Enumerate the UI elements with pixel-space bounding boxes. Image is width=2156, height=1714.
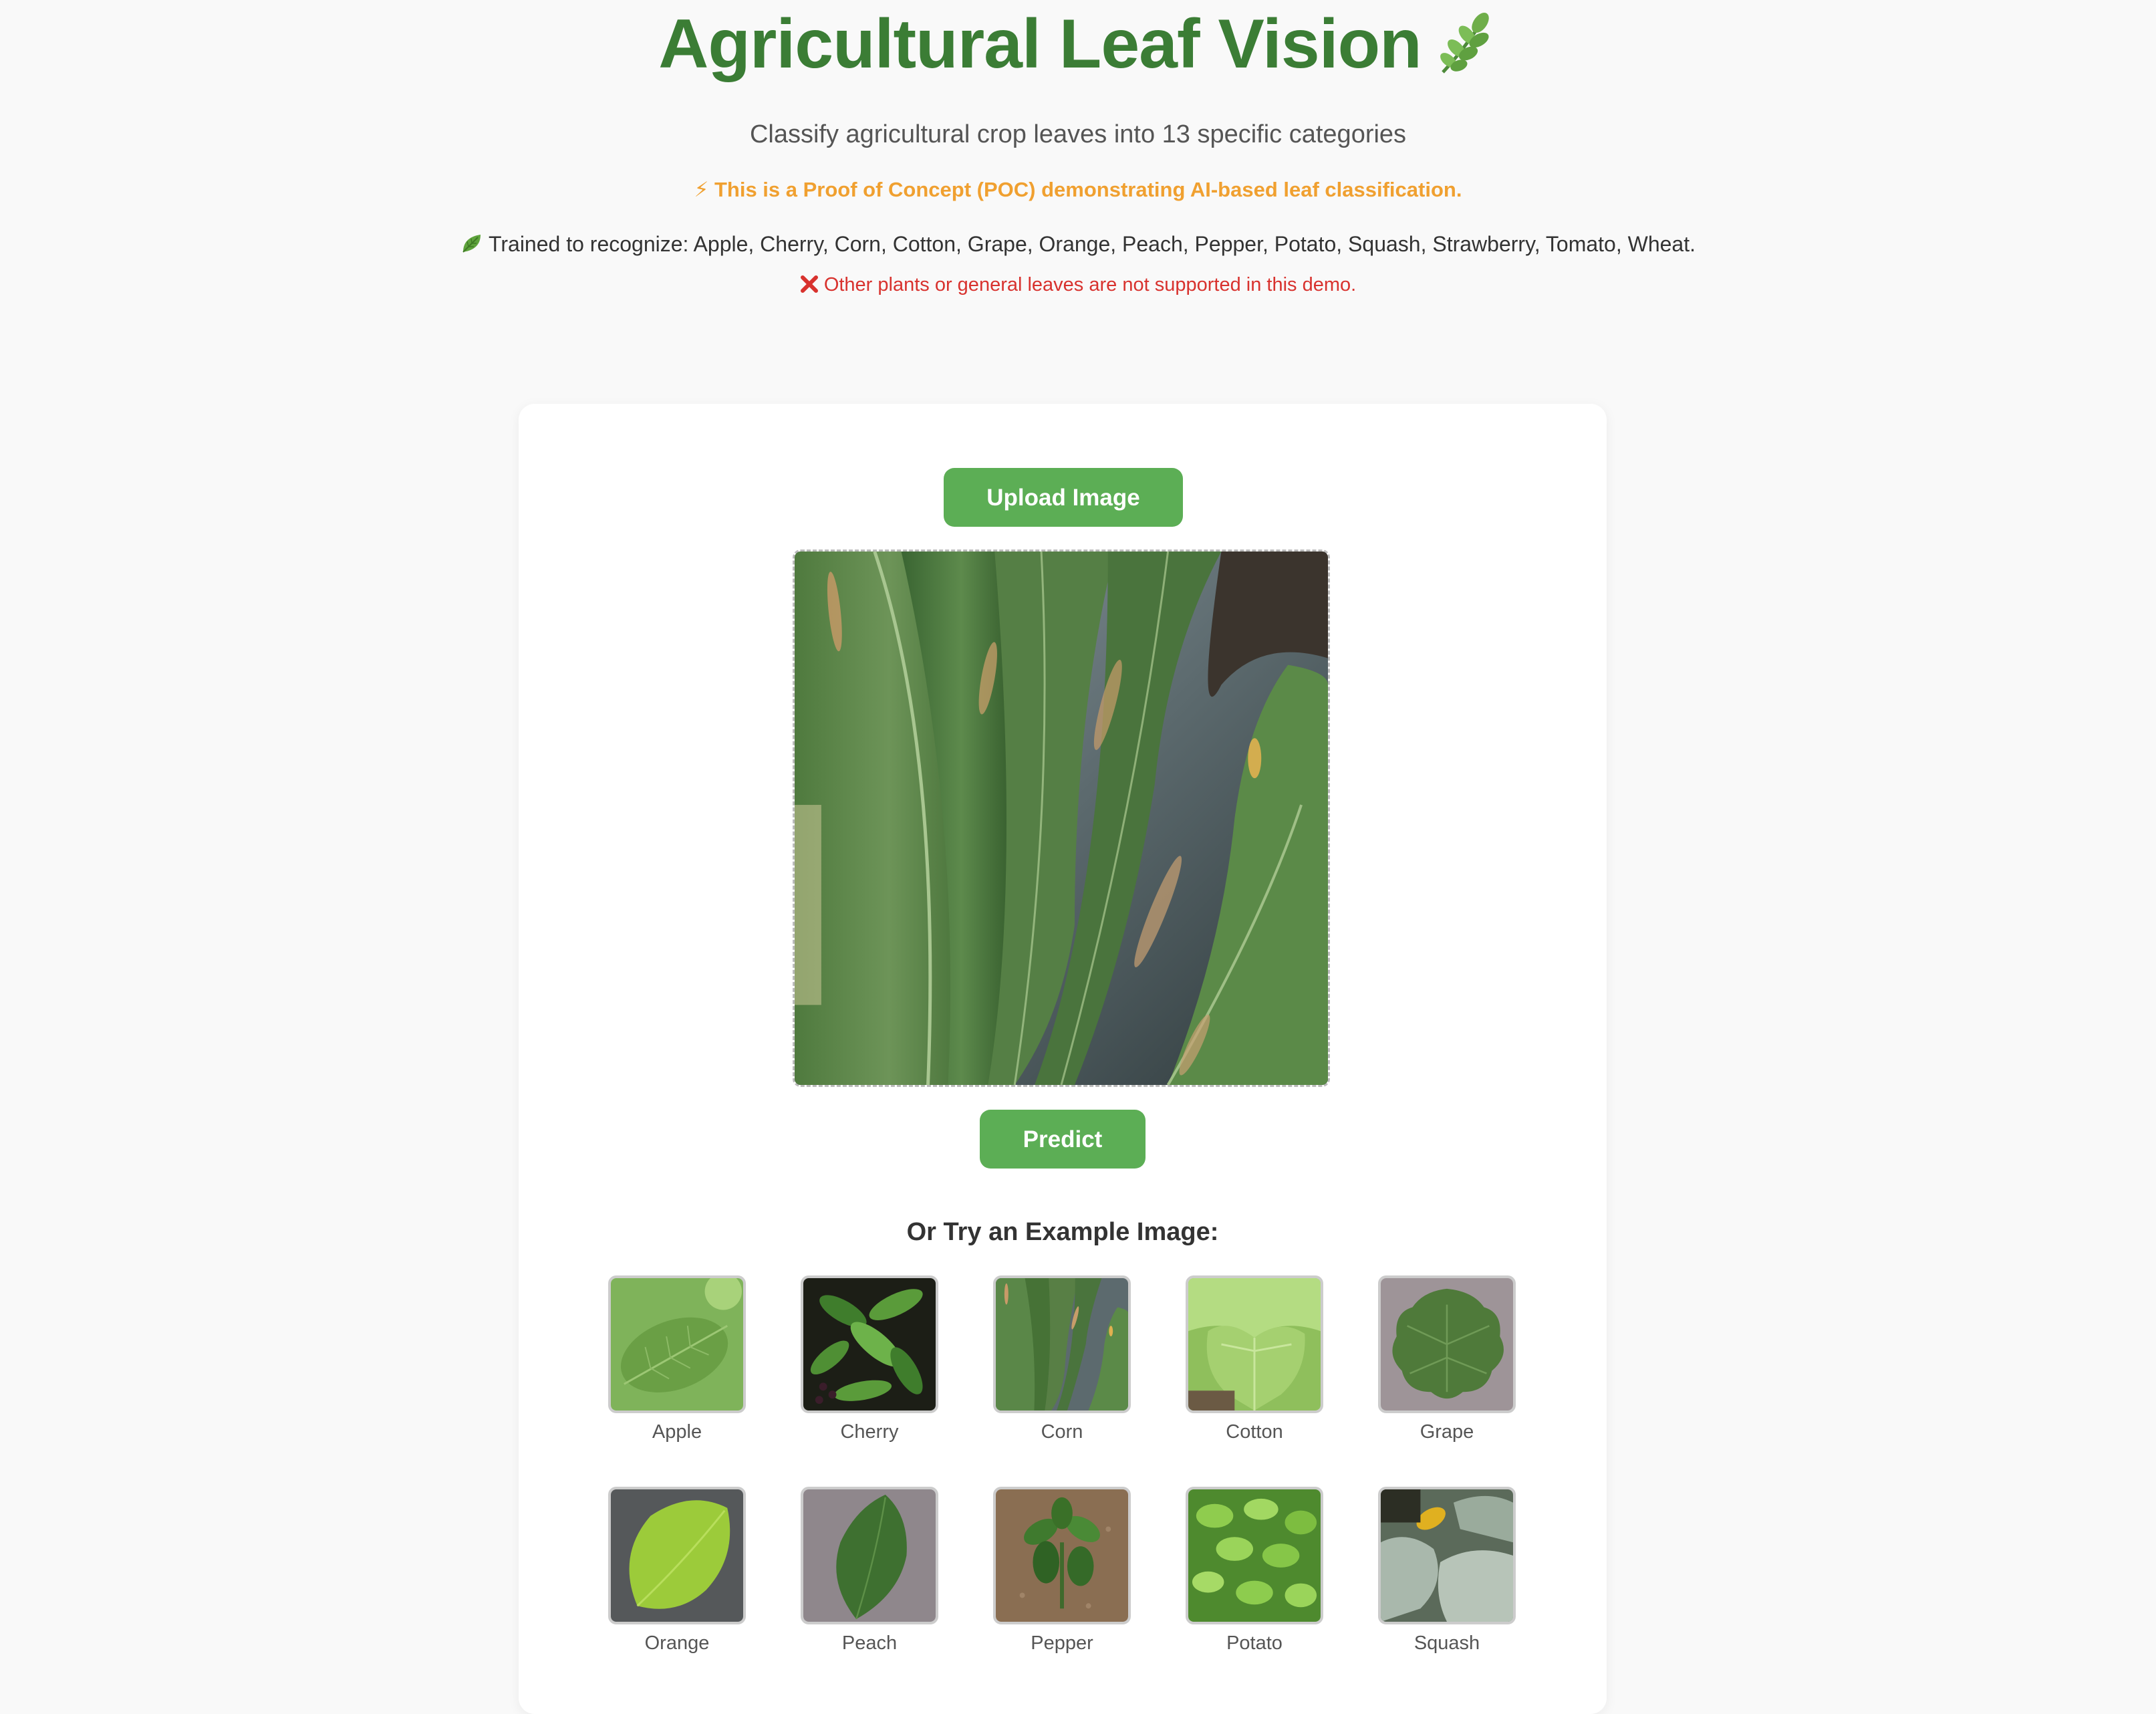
corn-leaf-preview-image [795,552,1328,1085]
example-label: Cotton [1226,1421,1283,1443]
example-label: Squash [1413,1632,1480,1654]
poc-text: This is a Proof of Concept (POC) demonst… [714,178,1462,201]
warning-text: Other plants or general leaves are not s… [823,274,1357,295]
pepper-leaf-image [996,1489,1128,1622]
squash-leaf-image [1381,1489,1513,1622]
cotton-leaf-image [1188,1278,1321,1411]
page-title: Agricultural Leaf Vision [658,5,1422,83]
example-label: Apple [652,1421,702,1443]
apple-leaf-image [611,1278,743,1411]
example-label: Potato [1226,1632,1283,1654]
orange-leaf-image [611,1489,743,1622]
trained-text: Trained to recognize: Apple, Cherry, Cor… [489,232,1696,256]
trained-notice: Trained to recognize: Apple, Cherry, Cor… [0,229,2156,259]
example-label: Peach [841,1632,898,1654]
example-label: Corn [1041,1421,1083,1443]
unsupported-warning: Other plants or general leaves are not s… [0,271,2156,298]
example-thumb-orange[interactable] [608,1487,746,1624]
example-thumb-peach[interactable] [801,1487,938,1624]
potato-leaf-image [1188,1489,1321,1622]
example-thumb-grape[interactable] [1378,1275,1516,1413]
grape-leaf-image [1381,1278,1513,1411]
example-thumb-cotton[interactable] [1186,1275,1323,1413]
example-label: Orange [644,1632,710,1654]
upload-image-button[interactable]: Upload Image [944,468,1183,527]
example-label: Cherry [840,1421,899,1443]
corn-leaf-image [996,1278,1128,1411]
classifier-card: Upload Image Predict Or Try an Example I… [519,404,1607,1714]
cross-mark-icon [800,274,819,293]
lightning-icon: ⚡ [694,178,709,201]
predict-button[interactable]: Predict [980,1110,1146,1169]
cherry-leaf-image [803,1278,936,1411]
example-label: Pepper [1031,1632,1093,1654]
page-subtitle: Classify agricultural crop leaves into 1… [749,120,1407,148]
example-thumb-cherry[interactable] [801,1275,938,1413]
image-preview [793,549,1330,1087]
herb-leaf-icon [1436,11,1498,78]
leafy-green-icon [460,232,483,255]
example-thumb-apple[interactable] [608,1275,746,1413]
example-thumb-squash[interactable] [1378,1487,1516,1624]
example-label: Grape [1420,1421,1474,1443]
poc-notice: ⚡ This is a Proof of Concept (POC) demon… [0,175,2156,205]
example-thumb-corn[interactable] [993,1275,1131,1413]
peach-leaf-image [803,1489,936,1622]
example-thumb-potato[interactable] [1186,1487,1323,1624]
example-thumb-pepper[interactable] [993,1487,1131,1624]
page-title-row: Agricultural Leaf Vision [0,4,2156,84]
examples-title: Or Try an Example Image: [906,1218,1219,1246]
